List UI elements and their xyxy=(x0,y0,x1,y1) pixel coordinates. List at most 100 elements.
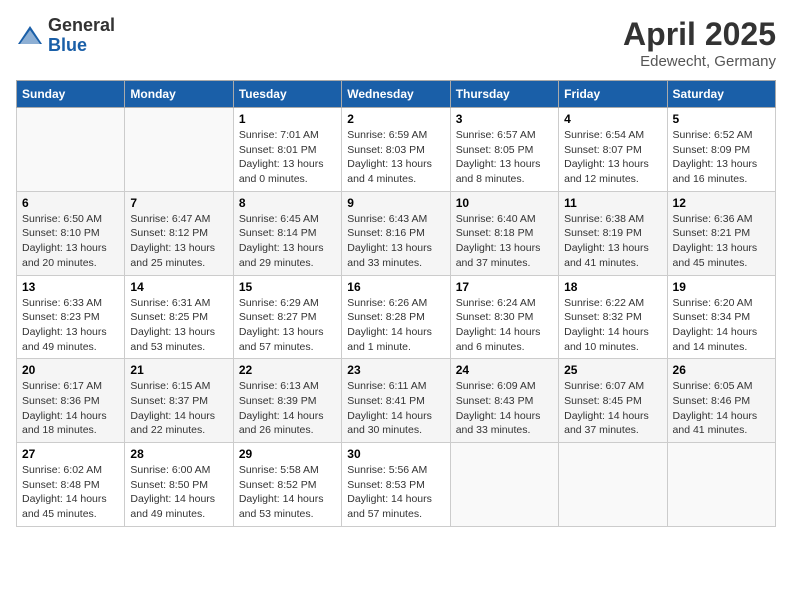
day-number: 1 xyxy=(239,112,336,126)
day-info: Sunrise: 6:13 AM Sunset: 8:39 PM Dayligh… xyxy=(239,379,336,438)
day-info: Sunrise: 6:36 AM Sunset: 8:21 PM Dayligh… xyxy=(673,212,770,271)
day-info: Sunrise: 6:02 AM Sunset: 8:48 PM Dayligh… xyxy=(22,463,119,522)
calendar-day-cell xyxy=(667,443,775,527)
calendar-day-cell: 5Sunrise: 6:52 AM Sunset: 8:09 PM Daylig… xyxy=(667,108,775,192)
day-info: Sunrise: 6:20 AM Sunset: 8:34 PM Dayligh… xyxy=(673,296,770,355)
calendar-day-cell: 13 Sunrise: 6:33 AM Sunset: 8:23 PM Dayli… xyxy=(17,275,125,359)
day-number: 19 xyxy=(673,280,770,294)
month-title: April 2025 xyxy=(623,16,776,53)
calendar-header-cell: Thursday xyxy=(450,81,558,108)
day-number: 6 xyxy=(22,196,119,210)
day-number: 8 xyxy=(239,196,336,210)
calendar-day-cell: 30 Sunrise: 5:56 AM Sunset: 8:53 PM Dayli… xyxy=(342,443,450,527)
day-number: 25 xyxy=(564,363,661,377)
day-info: Sunrise: 6:11 AM Sunset: 8:41 PM Dayligh… xyxy=(347,379,444,438)
calendar-day-cell: 19 Sunrise: 6:20 AM Sunset: 8:34 PM Dayli… xyxy=(667,275,775,359)
day-info: Sunrise: 6:45 AM Sunset: 8:14 PM Dayligh… xyxy=(239,212,336,271)
day-info: Sunrise: 6:17 AM Sunset: 8:36 PM Dayligh… xyxy=(22,379,119,438)
logo-blue: Blue xyxy=(48,36,115,56)
calendar-day-cell: 8 Sunrise: 6:45 AM Sunset: 8:14 PM Daylig… xyxy=(233,191,341,275)
calendar-day-cell: 18 Sunrise: 6:22 AM Sunset: 8:32 PM Dayli… xyxy=(559,275,667,359)
day-info: Sunrise: 6:57 AM Sunset: 8:05 PM Dayligh… xyxy=(456,128,553,187)
day-number: 2 xyxy=(347,112,444,126)
calendar-day-cell: 11 Sunrise: 6:38 AM Sunset: 8:19 PM Dayli… xyxy=(559,191,667,275)
day-number: 18 xyxy=(564,280,661,294)
day-info: Sunrise: 6:00 AM Sunset: 8:50 PM Dayligh… xyxy=(130,463,227,522)
calendar-week-row: 20 Sunrise: 6:17 AM Sunset: 8:36 PM Dayli… xyxy=(17,359,776,443)
calendar-day-cell: 21 Sunrise: 6:15 AM Sunset: 8:37 PM Dayli… xyxy=(125,359,233,443)
day-info: Sunrise: 6:33 AM Sunset: 8:23 PM Dayligh… xyxy=(22,296,119,355)
calendar-header-row: SundayMondayTuesdayWednesdayThursdayFrid… xyxy=(17,81,776,108)
calendar-day-cell: 24 Sunrise: 6:09 AM Sunset: 8:43 PM Dayli… xyxy=(450,359,558,443)
calendar-day-cell: 17 Sunrise: 6:24 AM Sunset: 8:30 PM Dayli… xyxy=(450,275,558,359)
day-number: 12 xyxy=(673,196,770,210)
logo-general: General xyxy=(48,16,115,36)
calendar-day-cell: 14 Sunrise: 6:31 AM Sunset: 8:25 PM Dayli… xyxy=(125,275,233,359)
day-info: Sunrise: 5:58 AM Sunset: 8:52 PM Dayligh… xyxy=(239,463,336,522)
day-info: Sunrise: 6:59 AM Sunset: 8:03 PM Dayligh… xyxy=(347,128,444,187)
day-number: 9 xyxy=(347,196,444,210)
day-info: Sunrise: 6:29 AM Sunset: 8:27 PM Dayligh… xyxy=(239,296,336,355)
calendar-day-cell: 26 Sunrise: 6:05 AM Sunset: 8:46 PM Dayli… xyxy=(667,359,775,443)
calendar-week-row: 1 Sunrise: 7:01 AM Sunset: 8:01 PM Daylig… xyxy=(17,108,776,192)
calendar-week-row: 13 Sunrise: 6:33 AM Sunset: 8:23 PM Dayli… xyxy=(17,275,776,359)
day-number: 30 xyxy=(347,447,444,461)
calendar-header-cell: Wednesday xyxy=(342,81,450,108)
calendar-day-cell: 1 Sunrise: 7:01 AM Sunset: 8:01 PM Daylig… xyxy=(233,108,341,192)
calendar-day-cell: 3Sunrise: 6:57 AM Sunset: 8:05 PM Daylig… xyxy=(450,108,558,192)
calendar-week-row: 27 Sunrise: 6:02 AM Sunset: 8:48 PM Dayli… xyxy=(17,443,776,527)
day-info: Sunrise: 6:54 AM Sunset: 8:07 PM Dayligh… xyxy=(564,128,661,187)
day-info: Sunrise: 6:31 AM Sunset: 8:25 PM Dayligh… xyxy=(130,296,227,355)
day-number: 11 xyxy=(564,196,661,210)
calendar-day-cell: 20 Sunrise: 6:17 AM Sunset: 8:36 PM Dayli… xyxy=(17,359,125,443)
day-info: Sunrise: 6:24 AM Sunset: 8:30 PM Dayligh… xyxy=(456,296,553,355)
day-number: 13 xyxy=(22,280,119,294)
day-number: 20 xyxy=(22,363,119,377)
day-info: Sunrise: 6:22 AM Sunset: 8:32 PM Dayligh… xyxy=(564,296,661,355)
day-number: 24 xyxy=(456,363,553,377)
day-info: Sunrise: 6:26 AM Sunset: 8:28 PM Dayligh… xyxy=(347,296,444,355)
day-number: 4 xyxy=(564,112,661,126)
calendar-day-cell: 4 Sunrise: 6:54 AM Sunset: 8:07 PM Daylig… xyxy=(559,108,667,192)
calendar-day-cell: 16 Sunrise: 6:26 AM Sunset: 8:28 PM Dayli… xyxy=(342,275,450,359)
calendar-day-cell: 28Sunrise: 6:00 AM Sunset: 8:50 PM Dayli… xyxy=(125,443,233,527)
calendar-header-cell: Sunday xyxy=(17,81,125,108)
calendar-day-cell xyxy=(559,443,667,527)
calendar: SundayMondayTuesdayWednesdayThursdayFrid… xyxy=(16,80,776,527)
calendar-week-row: 6 Sunrise: 6:50 AM Sunset: 8:10 PM Daylig… xyxy=(17,191,776,275)
day-info: Sunrise: 6:07 AM Sunset: 8:45 PM Dayligh… xyxy=(564,379,661,438)
day-info: Sunrise: 6:09 AM Sunset: 8:43 PM Dayligh… xyxy=(456,379,553,438)
day-number: 17 xyxy=(456,280,553,294)
calendar-day-cell: 22 Sunrise: 6:13 AM Sunset: 8:39 PM Dayli… xyxy=(233,359,341,443)
calendar-day-cell: 2 Sunrise: 6:59 AM Sunset: 8:03 PM Daylig… xyxy=(342,108,450,192)
day-info: Sunrise: 6:43 AM Sunset: 8:16 PM Dayligh… xyxy=(347,212,444,271)
day-info: Sunrise: 6:47 AM Sunset: 8:12 PM Dayligh… xyxy=(130,212,227,271)
day-number: 15 xyxy=(239,280,336,294)
calendar-day-cell: 29Sunrise: 5:58 AM Sunset: 8:52 PM Dayli… xyxy=(233,443,341,527)
day-number: 23 xyxy=(347,363,444,377)
day-number: 16 xyxy=(347,280,444,294)
header: General Blue April 2025 Edewecht, German… xyxy=(16,16,776,70)
logo-icon xyxy=(16,22,44,50)
day-number: 26 xyxy=(673,363,770,377)
day-number: 22 xyxy=(239,363,336,377)
calendar-day-cell: 9 Sunrise: 6:43 AM Sunset: 8:16 PM Daylig… xyxy=(342,191,450,275)
logo: General Blue xyxy=(16,16,115,56)
calendar-day-cell xyxy=(450,443,558,527)
day-info: Sunrise: 5:56 AM Sunset: 8:53 PM Dayligh… xyxy=(347,463,444,522)
calendar-header-cell: Saturday xyxy=(667,81,775,108)
calendar-day-cell: 10Sunrise: 6:40 AM Sunset: 8:18 PM Dayli… xyxy=(450,191,558,275)
calendar-day-cell xyxy=(17,108,125,192)
day-number: 14 xyxy=(130,280,227,294)
day-number: 5 xyxy=(673,112,770,126)
day-info: Sunrise: 6:50 AM Sunset: 8:10 PM Dayligh… xyxy=(22,212,119,271)
calendar-body: 1 Sunrise: 7:01 AM Sunset: 8:01 PM Daylig… xyxy=(17,108,776,527)
day-number: 21 xyxy=(130,363,227,377)
day-info: Sunrise: 6:40 AM Sunset: 8:18 PM Dayligh… xyxy=(456,212,553,271)
day-number: 27 xyxy=(22,447,119,461)
day-info: Sunrise: 6:05 AM Sunset: 8:46 PM Dayligh… xyxy=(673,379,770,438)
calendar-header-cell: Friday xyxy=(559,81,667,108)
day-info: Sunrise: 7:01 AM Sunset: 8:01 PM Dayligh… xyxy=(239,128,336,187)
day-info: Sunrise: 6:15 AM Sunset: 8:37 PM Dayligh… xyxy=(130,379,227,438)
day-info: Sunrise: 6:38 AM Sunset: 8:19 PM Dayligh… xyxy=(564,212,661,271)
